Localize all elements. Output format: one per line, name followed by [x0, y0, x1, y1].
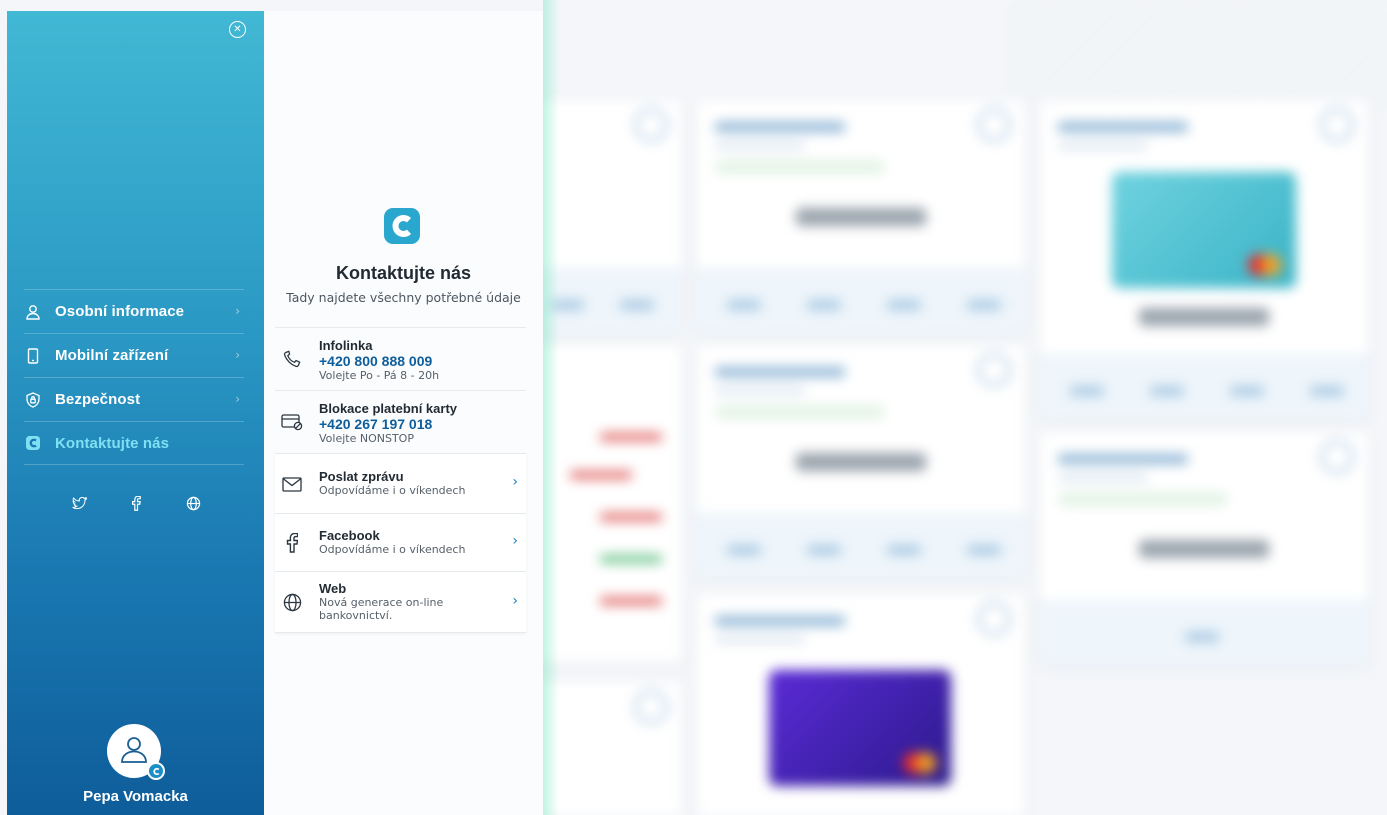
- twitter-icon[interactable]: [71, 495, 87, 511]
- send-message-button[interactable]: Poslat zprávu Odpovídáme i o víkendech ›: [275, 454, 526, 514]
- contact-item-card-block: Blokace platební karty +420 267 197 018 …: [275, 391, 526, 454]
- brand-badge-icon: [147, 762, 165, 780]
- shield-icon: [25, 391, 41, 408]
- contact-note: Odpovídáme i o víkendech: [319, 484, 466, 497]
- mobile-icon: [25, 347, 41, 364]
- contact-title: Blokace platební karty: [319, 401, 457, 416]
- facebook-link-button[interactable]: Facebook Odpovídáme i o víkendech ›: [275, 514, 526, 572]
- background-accent: [543, 0, 559, 815]
- chevron-right-icon: ›: [235, 348, 240, 362]
- contact-title: Facebook: [319, 528, 380, 543]
- sidebar: ✕ Osobní informace › Mobilní zařízení › …: [7, 11, 264, 815]
- facebook-icon[interactable]: [128, 495, 144, 511]
- contact-note: Volejte Po - Pá 8 - 20h: [319, 369, 440, 382]
- facebook-icon: [281, 532, 303, 554]
- contact-note: Odpovídáme i o víkendech: [319, 543, 466, 556]
- close-icon[interactable]: ✕: [229, 21, 246, 38]
- background-card: [697, 594, 1025, 815]
- contact-note: Nová generace on-line bankovnictví.: [319, 596, 444, 622]
- sidebar-item-security[interactable]: Bezpečnost ›: [24, 377, 244, 421]
- sidebar-item-personal-info[interactable]: Osobní informace ›: [24, 289, 244, 333]
- mail-icon: [281, 473, 303, 495]
- contact-title: Web: [319, 581, 347, 596]
- user-icon: [25, 304, 41, 320]
- sidebar-nav: Osobní informace › Mobilní zařízení › Be…: [24, 289, 244, 465]
- hotline-phone-link[interactable]: +420 800 888 009: [319, 353, 439, 369]
- contact-title: Poslat zprávu: [319, 469, 404, 484]
- background-card: [1040, 432, 1368, 664]
- sidebar-item-contact-us[interactable]: Kontaktujte nás: [24, 421, 244, 465]
- user-name: Pepa Vomacka: [83, 788, 188, 805]
- page-title: Kontaktujte nás: [335, 263, 472, 283]
- contact-list: Infolinka +420 800 888 009 Volejte Po - …: [275, 327, 526, 633]
- background-pattern: [1007, 0, 1387, 110]
- phone-icon: [281, 348, 303, 370]
- chevron-right-icon: ›: [512, 474, 518, 490]
- sidebar-item-label: Bezpečnost: [55, 391, 141, 408]
- background-card: [697, 100, 1025, 332]
- social-links: [71, 495, 201, 511]
- globe-icon: [281, 591, 303, 613]
- contact-item-hotline: Infolinka +420 800 888 009 Volejte Po - …: [275, 328, 526, 391]
- contact-panel: Kontaktujte nás Tady najdete všechny pot…: [264, 11, 543, 815]
- brand-logo-icon: [384, 208, 420, 244]
- page-subtitle: Tady najdete všechny potřebné údaje: [286, 290, 521, 305]
- sidebar-item-mobile-devices[interactable]: Mobilní zařízení ›: [24, 333, 244, 377]
- card-block-icon: [281, 411, 303, 433]
- globe-icon[interactable]: [185, 495, 201, 511]
- chevron-right-icon: ›: [235, 304, 240, 318]
- sidebar-item-label: Kontaktujte nás: [55, 434, 170, 452]
- sidebar-item-label: Mobilní zařízení: [55, 347, 169, 364]
- brand-icon: [25, 435, 41, 451]
- contact-title: Infolinka: [319, 338, 373, 353]
- user-avatar-icon: [119, 734, 149, 768]
- background-card: [697, 345, 1025, 577]
- chevron-right-icon: ›: [512, 533, 518, 549]
- avatar[interactable]: [107, 724, 165, 780]
- web-link-button[interactable]: Web Nová generace on-line bankovnictví. …: [275, 572, 526, 633]
- chevron-right-icon: ›: [512, 593, 518, 609]
- sidebar-item-label: Osobní informace: [55, 303, 185, 320]
- chevron-right-icon: ›: [235, 392, 240, 406]
- contact-note: Volejte NONSTOP: [319, 432, 414, 445]
- card-block-phone-link[interactable]: +420 267 197 018: [319, 416, 457, 432]
- background-card: [1040, 100, 1368, 418]
